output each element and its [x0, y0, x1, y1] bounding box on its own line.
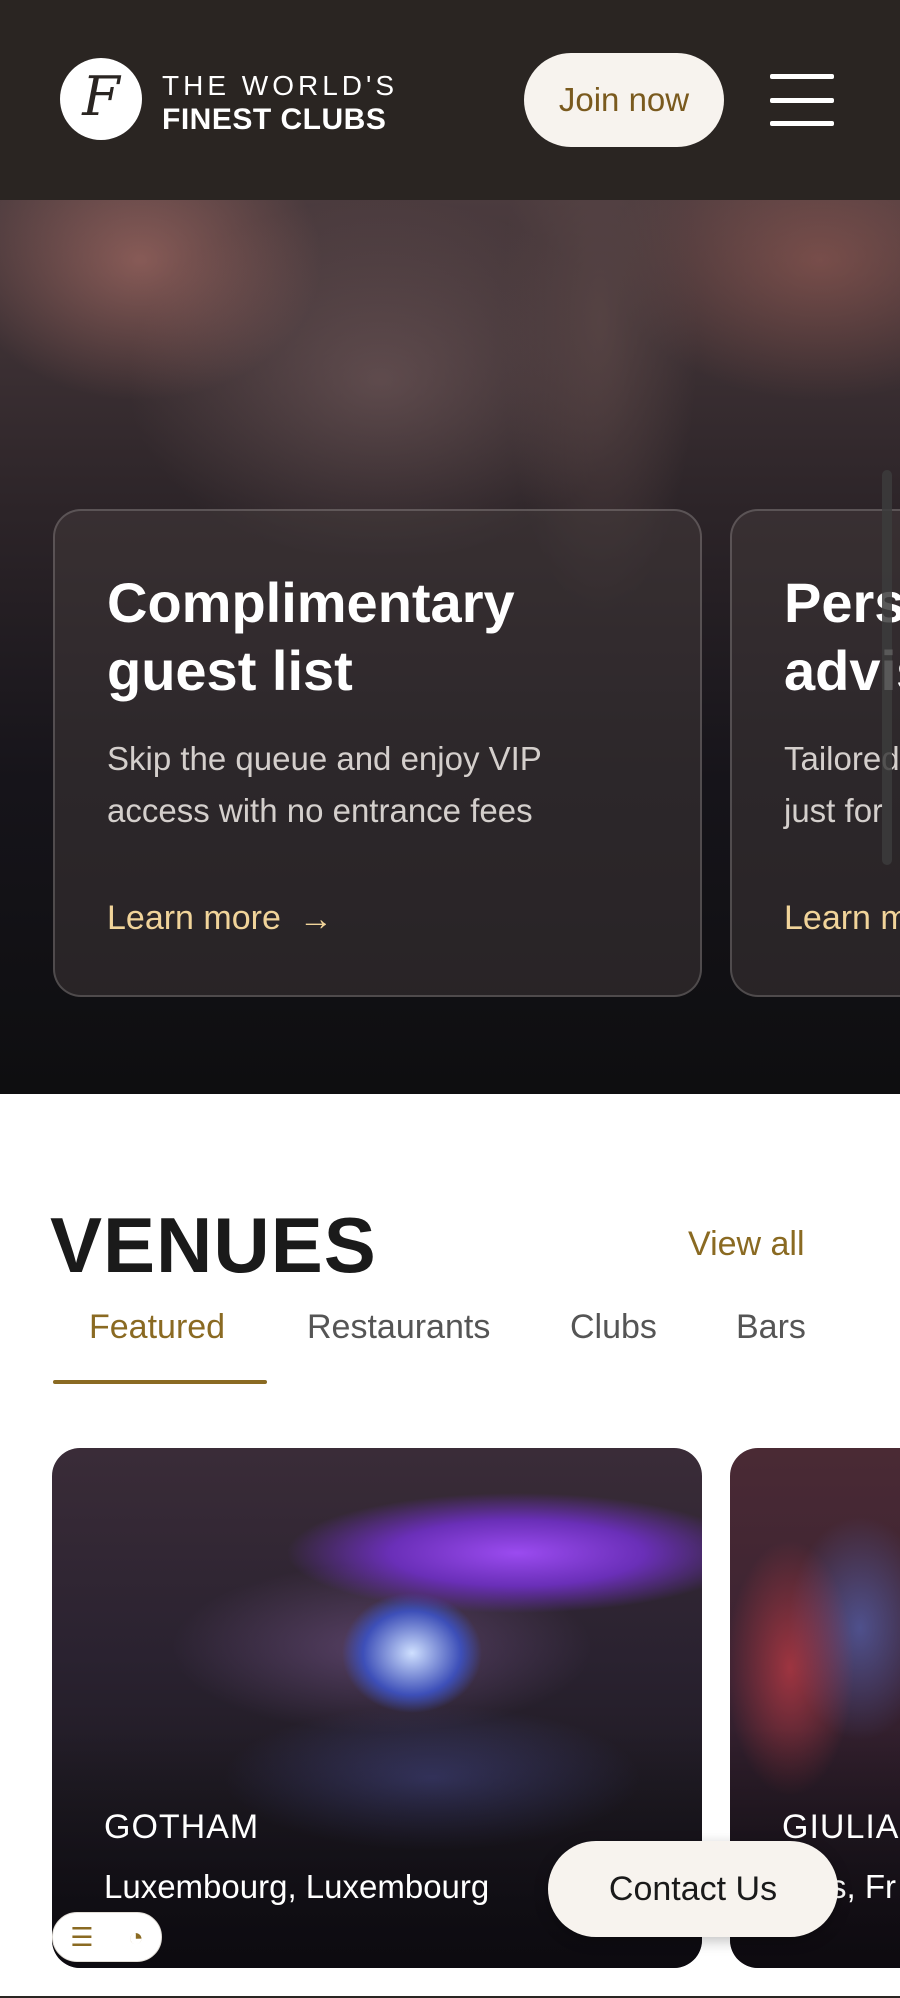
- active-tab-indicator: [53, 1380, 267, 1384]
- brand-line-2: FINEST CLUBS: [162, 103, 387, 136]
- brand-line-1: THE WORLD'S: [162, 70, 399, 101]
- hamburger-menu-icon[interactable]: [770, 74, 834, 126]
- benefit-description: Skip the queue and enjoy VIP access with…: [107, 740, 542, 829]
- logo-letter: F: [82, 65, 120, 128]
- menu-bar: [770, 97, 834, 103]
- venues-title: VENUES: [50, 1201, 377, 1289]
- venue-location: s, Fr: [830, 1868, 896, 1905]
- benefit-card-guest-list: Complimentary guest list Skip the queue …: [53, 509, 702, 997]
- contact-us-button[interactable]: Contact Us: [548, 1841, 838, 1937]
- venue-name: GOTHAM: [104, 1808, 260, 1846]
- logo-mark[interactable]: F: [60, 58, 142, 140]
- menu-bar: [770, 121, 834, 126]
- benefit-card-advisor: Pers advis Tailored just for Learn m: [730, 509, 900, 997]
- scrollbar[interactable]: [882, 470, 892, 865]
- tab-restaurants[interactable]: Restaurants: [307, 1308, 490, 1384]
- arrow-right-icon: →: [298, 899, 333, 938]
- learn-more-link[interactable]: Learn more →: [107, 899, 333, 938]
- venue-tabs: Featured Restaurants Clubs Bars: [53, 1308, 893, 1384]
- view-all-link[interactable]: View all: [688, 1225, 805, 1264]
- tab-clubs[interactable]: Clubs: [570, 1308, 657, 1384]
- learn-more-link[interactable]: Learn m: [784, 899, 900, 938]
- tab-featured[interactable]: Featured: [89, 1308, 225, 1384]
- venue-location: Luxembourg, Luxembourg: [104, 1868, 490, 1905]
- cookie-preferences-widget[interactable]: ☰ ◔: [52, 1912, 162, 1962]
- join-now-button[interactable]: Join now: [524, 53, 724, 147]
- site-header: F THE WORLD'S FINEST CLUBS Join now: [0, 0, 900, 200]
- learn-more-label: Learn more: [107, 899, 281, 937]
- learn-more-label: Learn m: [784, 899, 900, 937]
- tab-bars[interactable]: Bars: [736, 1308, 806, 1384]
- checklist-icon[interactable]: ☰: [70, 1924, 93, 1950]
- menu-bar: [770, 74, 834, 79]
- page: F THE WORLD'S FINEST CLUBS Join now Comp…: [0, 0, 900, 1998]
- hero-section: Complimentary guest list Skip the queue …: [0, 200, 900, 1094]
- benefit-title: Complimentary guest list: [107, 571, 515, 702]
- brand-wordmark[interactable]: THE WORLD'S FINEST CLUBS: [162, 70, 398, 138]
- cookie-icon[interactable]: ◔: [128, 1924, 144, 1950]
